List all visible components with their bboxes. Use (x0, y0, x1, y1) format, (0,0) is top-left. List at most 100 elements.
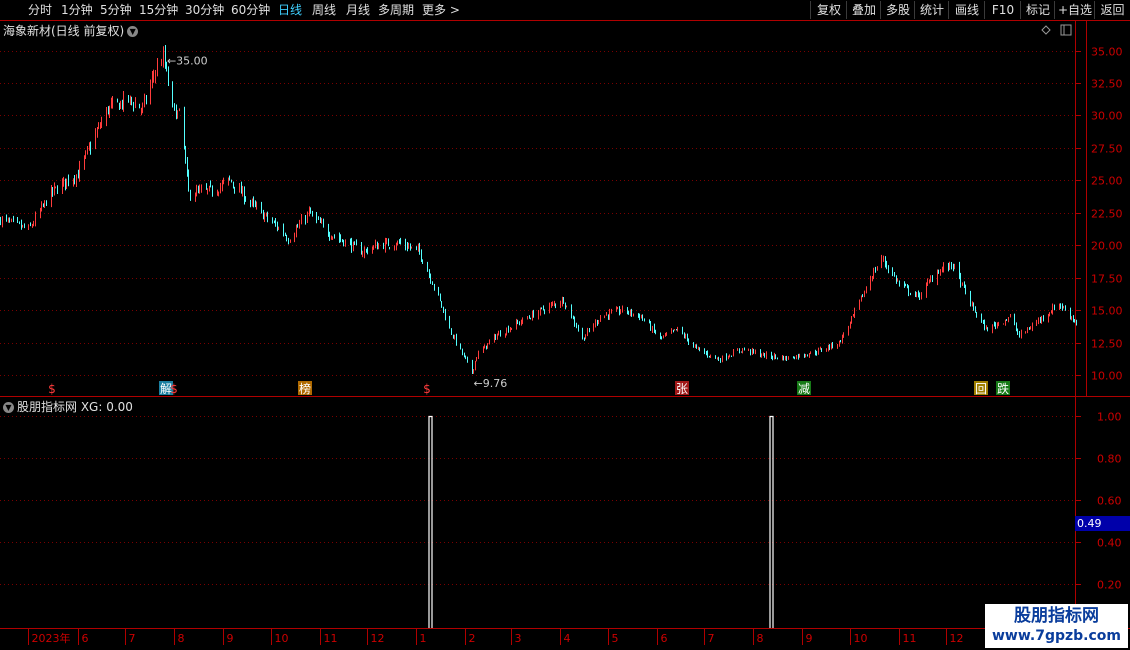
candle-body (24, 225, 25, 228)
chevron-down-icon[interactable]: ▼ (3, 402, 14, 413)
candle-body (1051, 312, 1052, 314)
candle-body (837, 344, 838, 348)
candle-body (123, 95, 124, 108)
period-tab[interactable]: 1分钟 (61, 1, 93, 18)
candle-body (628, 312, 629, 314)
f10-button[interactable]: F10 (984, 1, 1021, 19)
y-tick-label: 0.60 (1097, 495, 1122, 508)
candle-body (35, 215, 36, 224)
candle-body (449, 318, 450, 329)
candle-body (46, 200, 47, 206)
candle-body (11, 219, 12, 221)
period-tab-more[interactable]: 更多 > (422, 1, 460, 18)
candle-body (40, 210, 41, 216)
candle-body (748, 349, 749, 351)
candle-body (861, 295, 862, 301)
y-tick-label: 17.50 (1091, 273, 1123, 286)
period-tab[interactable]: 多周期 (378, 1, 414, 18)
candle-body (78, 174, 79, 179)
candle-body (418, 247, 419, 250)
candle-body (476, 357, 477, 362)
statistics-button[interactable]: 统计 (914, 1, 949, 19)
window-icon[interactable] (1060, 24, 1072, 36)
stock-title: 海象新材(日线 前复权) (3, 24, 125, 38)
watermark-line1: 股朋指标网 (1014, 606, 1099, 626)
candle-body (332, 236, 333, 239)
event-marker-bg (159, 381, 173, 395)
candle-body (699, 348, 700, 350)
candle-body (299, 223, 300, 227)
candle-body (908, 286, 909, 294)
candle-body (475, 361, 476, 370)
period-tab[interactable]: 5分钟 (100, 1, 132, 18)
candle-body (997, 324, 998, 328)
candle-body (965, 286, 966, 292)
candle-body (654, 325, 655, 331)
candle-body (385, 241, 386, 250)
period-tab-active[interactable]: 日线 (278, 1, 302, 18)
multi-stock-button[interactable]: 多股 (880, 1, 915, 19)
candle-body (296, 227, 297, 235)
candle-body (229, 178, 230, 180)
period-tab[interactable]: 分时 (28, 1, 52, 18)
candle-body (663, 336, 664, 338)
chevron-down-icon[interactable]: ▼ (127, 26, 139, 37)
candle-body (600, 316, 601, 322)
candle-body (970, 292, 971, 307)
add-watchlist-button[interactable]: +自选 (1054, 1, 1095, 19)
candle-body (998, 323, 999, 325)
candle-body (644, 319, 645, 321)
candle-body (986, 327, 987, 330)
candle-body (826, 348, 827, 352)
mark-button[interactable]: 标记 (1020, 1, 1055, 19)
overlay-button[interactable]: 叠加 (846, 1, 881, 19)
diamond-icon[interactable] (1041, 25, 1051, 35)
candle-body (673, 329, 674, 331)
period-tab[interactable]: 60分钟 (231, 1, 270, 18)
candle-body (574, 317, 575, 325)
candle-body (688, 338, 689, 343)
candle-body (685, 335, 686, 338)
candle-body (750, 349, 751, 354)
candle-body (888, 266, 889, 271)
candle-body (818, 349, 819, 354)
x-tick-label: 11 (324, 632, 338, 645)
candle-body (187, 159, 188, 173)
candle-body (495, 335, 496, 339)
candle-body (839, 340, 840, 345)
candle-body (198, 189, 199, 191)
event-markers: $ 解$ 榜 $ 张减回跌 (48, 381, 1010, 396)
axis-ticks: 35.00 32.50 30.00 27.50 25.00 22.50 20.00 17.50… (28, 46, 1130, 645)
candle-body (896, 275, 897, 282)
candle-body (131, 98, 132, 102)
candle-body (74, 178, 75, 181)
candle-body (297, 226, 298, 228)
candle-body (21, 223, 22, 228)
candle-body (1048, 314, 1049, 320)
candle-body (153, 75, 154, 77)
candle-body (312, 213, 313, 215)
candle-body (195, 195, 196, 199)
period-tab[interactable]: 周线 (312, 1, 336, 18)
period-tab[interactable]: 30分钟 (185, 1, 224, 18)
back-button[interactable]: 返回 (1094, 1, 1130, 19)
candle-body (1038, 319, 1039, 323)
candle-body (904, 282, 905, 286)
candle-body (815, 351, 816, 354)
candle-body (805, 355, 806, 357)
candle-body (777, 357, 778, 359)
period-tab[interactable]: 月线 (346, 1, 370, 18)
candle-body (375, 243, 376, 247)
candle-body (960, 275, 961, 287)
candle-body (261, 205, 262, 210)
candle-body (366, 249, 367, 251)
candle-body (718, 358, 719, 361)
candle-body (533, 312, 534, 318)
candle-body (650, 322, 651, 331)
candle-body (582, 330, 583, 338)
restore-rights-button[interactable]: 复权 (810, 1, 847, 19)
period-tab[interactable]: 15分钟 (139, 1, 178, 18)
draw-line-button[interactable]: 画线 (948, 1, 985, 19)
candlestick-series: ←35.00 ←9.76 (0, 45, 1077, 390)
candle-body (163, 50, 164, 63)
